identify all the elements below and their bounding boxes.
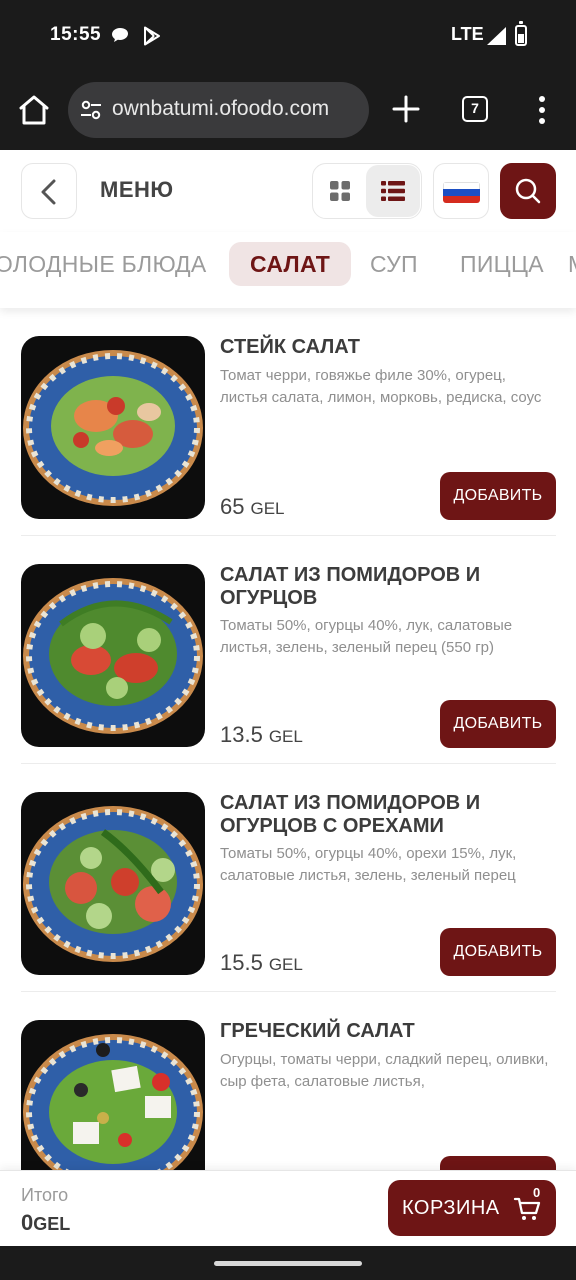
tab-cold-dishes[interactable]: ХОЛОДНЫЕ БЛЮДА	[0, 242, 207, 286]
network-type: LTE	[451, 24, 484, 44]
address-bar[interactable]: ownbatumi.ofoodo.com	[68, 82, 369, 138]
app-header: МЕНЮ	[0, 150, 576, 232]
product-image[interactable]	[21, 564, 205, 747]
cart-count-badge: 0	[533, 1185, 541, 1200]
product-name: САЛАТ ИЗ ПОМИДОРОВ И ОГУРЦОВ С ОРЕХАМИ	[220, 792, 481, 837]
category-tabs: ХОЛОДНЫЕ БЛЮДА САЛАТ СУП ПИЦЦА М	[0, 232, 576, 308]
tab-soup[interactable]: СУП	[370, 242, 418, 286]
add-to-cart-button[interactable]: ДОБАВИТЬ	[440, 700, 556, 748]
gesture-handle[interactable]	[214, 1261, 362, 1266]
product-list: СТЕЙК САЛАТ Томат черри, говяжье филе 30…	[0, 308, 576, 1170]
product-price: 65 GEL	[220, 494, 285, 519]
russian-flag-icon	[443, 182, 480, 203]
cart-button[interactable]: КОРЗИНА 0	[388, 1180, 556, 1236]
tab-next[interactable]: М	[568, 242, 576, 286]
list-view-icon	[381, 181, 405, 201]
list-item: САЛАТ ИЗ ПОМИДОРОВ И ОГУРЦОВ Томаты 50%,…	[21, 536, 556, 764]
search-button[interactable]	[500, 163, 556, 219]
new-tab-icon[interactable]	[391, 94, 421, 124]
more-menu-icon[interactable]	[532, 94, 552, 126]
add-to-cart-button[interactable]: ДОБАВИТЬ	[440, 928, 556, 976]
page-title: МЕНЮ	[100, 177, 174, 202]
tab-pizza[interactable]: ПИЦЦА	[460, 242, 544, 286]
cart-button-label: КОРЗИНА	[402, 1197, 500, 1219]
list-item: САЛАТ ИЗ ПОМИДОРОВ И ОГУРЦОВ С ОРЕХАМИ Т…	[21, 764, 556, 992]
product-image[interactable]	[21, 792, 205, 975]
signal-icon	[487, 27, 506, 45]
system-nav-bar	[0, 1246, 576, 1280]
battery-icon	[515, 21, 527, 46]
back-button[interactable]	[21, 163, 77, 219]
product-price: 15.5 GEL	[220, 950, 303, 975]
search-icon	[515, 178, 541, 204]
product-image[interactable]	[21, 1020, 205, 1170]
grid-view-icon	[330, 181, 350, 201]
home-icon[interactable]	[16, 92, 52, 128]
view-toggle	[312, 163, 422, 219]
status-time: 15:55	[50, 24, 102, 45]
product-name: ГРЕЧЕСКИЙ САЛАТ	[220, 1020, 415, 1042]
tabs-icon[interactable]: 7	[462, 96, 488, 122]
list-view-button[interactable]	[366, 165, 420, 217]
language-button[interactable]	[433, 163, 489, 219]
browser-toolbar: ownbatumi.ofoodo.com 7	[0, 72, 576, 150]
add-to-cart-button[interactable]	[440, 1156, 556, 1170]
product-name: СТЕЙК САЛАТ	[220, 336, 360, 358]
grid-view-button[interactable]	[314, 165, 366, 217]
product-description: Огурцы, томаты черри, сладкий перец, оли…	[220, 1051, 549, 1090]
url-text[interactable]: ownbatumi.ofoodo.com	[112, 97, 369, 121]
total-value: 0GEL	[21, 1210, 71, 1235]
total-label: Итого	[21, 1185, 69, 1205]
status-bar: 15:55 LTE	[0, 0, 576, 72]
product-description: Томаты 50%, огурцы 40%, лук, салатовые л…	[220, 617, 513, 656]
back-arrow-icon	[41, 179, 56, 205]
product-image[interactable]	[21, 336, 205, 519]
site-settings-icon[interactable]	[80, 99, 102, 121]
message-icon	[112, 28, 128, 42]
cart-footer: Итого 0GEL КОРЗИНА 0	[0, 1170, 576, 1246]
play-store-icon	[144, 26, 160, 46]
tab-salad[interactable]: САЛАТ	[229, 242, 352, 286]
product-price: 13.5 GEL	[220, 722, 303, 747]
list-item: СТЕЙК САЛАТ Томат черри, говяжье филе 30…	[21, 308, 556, 536]
product-name: САЛАТ ИЗ ПОМИДОРОВ И ОГУРЦОВ	[220, 564, 481, 609]
list-item: ГРЕЧЕСКИЙ САЛАТ Огурцы, томаты черри, сл…	[21, 992, 556, 1170]
product-description: Томаты 50%, огурцы 40%, орехи 15%, лук, …	[220, 845, 517, 884]
add-to-cart-button[interactable]: ДОБАВИТЬ	[440, 472, 556, 520]
product-description: Томат черри, говяжье филе 30%, огурец, л…	[220, 367, 542, 406]
